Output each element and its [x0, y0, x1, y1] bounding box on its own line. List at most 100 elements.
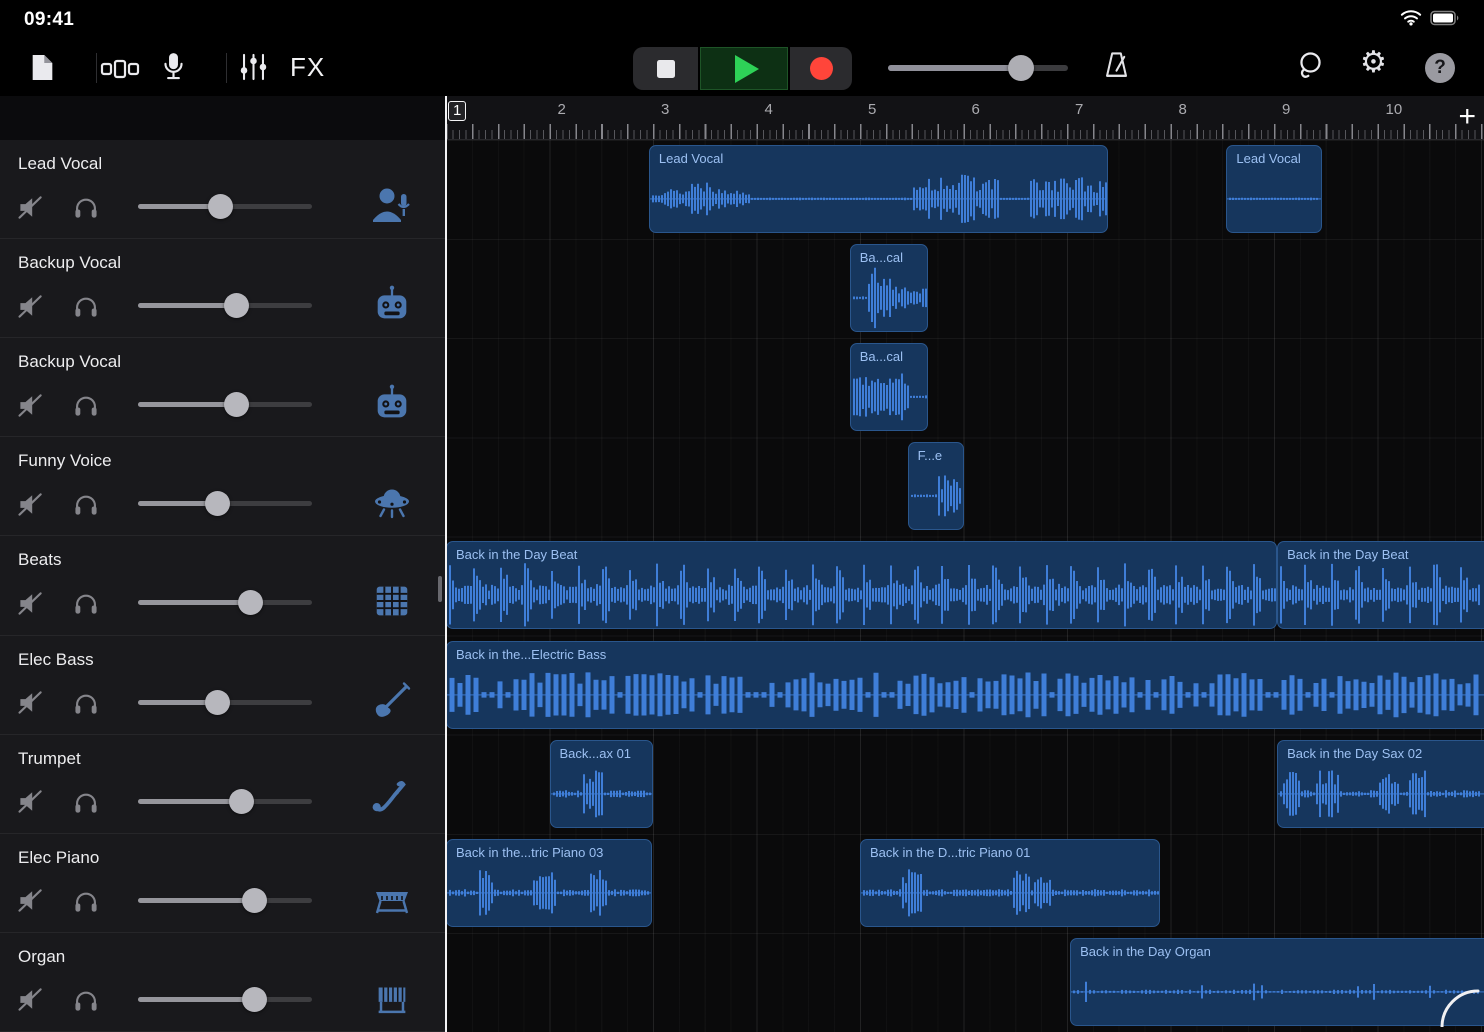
audio-region[interactable]: Back in the D...tric Piano 01: [860, 839, 1160, 927]
add-section-plus-button[interactable]: +: [1458, 100, 1476, 134]
vocalist-icon[interactable]: [369, 182, 415, 228]
solo-headphones-icon[interactable]: [72, 589, 100, 617]
track-header[interactable]: Funny Voice: [0, 437, 445, 536]
solo-headphones-icon[interactable]: [72, 292, 100, 320]
audio-region[interactable]: Back in the Day Beat: [446, 541, 1277, 629]
solo-headphones-icon[interactable]: [72, 689, 100, 717]
robot-icon[interactable]: [369, 281, 415, 327]
solo-headphones-icon[interactable]: [72, 887, 100, 915]
master-volume-slider[interactable]: [888, 59, 1068, 77]
toolbar: FX ⚙ ?: [0, 40, 1484, 96]
track-header[interactable]: Organ: [0, 933, 445, 1032]
track-name: Lead Vocal: [18, 154, 102, 174]
audio-region[interactable]: Back in the Day Beat: [1277, 541, 1484, 629]
track-volume-slider[interactable]: [138, 493, 312, 513]
metronome-icon[interactable]: [1101, 50, 1132, 81]
slider-thumb[interactable]: [224, 392, 249, 417]
audio-region[interactable]: Ba...cal: [850, 244, 929, 332]
track-view-icon[interactable]: [100, 57, 140, 81]
slider-thumb[interactable]: [1008, 55, 1034, 81]
mute-icon[interactable]: [16, 887, 44, 915]
mic-input-icon[interactable]: [161, 51, 186, 82]
drum-machine-icon[interactable]: [369, 578, 415, 624]
track-header[interactable]: Backup Vocal: [0, 239, 445, 338]
track-volume-slider[interactable]: [138, 592, 312, 612]
track-name: Backup Vocal: [18, 352, 121, 372]
slider-thumb[interactable]: [242, 888, 267, 913]
mute-icon[interactable]: [16, 689, 44, 717]
track-name: Beats: [18, 550, 61, 570]
track-header[interactable]: Trumpet: [0, 735, 445, 834]
audio-region[interactable]: Lead Vocal: [649, 145, 1109, 233]
stop-button[interactable]: [633, 47, 698, 90]
record-button[interactable]: [790, 47, 852, 90]
saxophone-icon[interactable]: [369, 777, 415, 823]
loop-browser-icon[interactable]: [1295, 50, 1326, 81]
solo-headphones-icon[interactable]: [72, 193, 100, 221]
track-volume-slider[interactable]: [138, 692, 312, 712]
audio-region[interactable]: Back in the Day Organ: [1070, 938, 1484, 1026]
mixer-icon[interactable]: [238, 52, 269, 82]
slider-thumb[interactable]: [229, 789, 254, 814]
mute-icon[interactable]: [16, 490, 44, 518]
solo-headphones-icon[interactable]: [72, 490, 100, 518]
solo-headphones-icon[interactable]: [72, 986, 100, 1014]
track-volume-slider[interactable]: [138, 196, 312, 216]
slider-thumb[interactable]: [238, 590, 263, 615]
audio-region[interactable]: Back in the...tric Piano 03: [446, 839, 652, 927]
mute-icon[interactable]: [16, 589, 44, 617]
play-button[interactable]: [700, 47, 788, 90]
mute-icon[interactable]: [16, 986, 44, 1014]
organ-icon[interactable]: [369, 975, 415, 1021]
track-volume-slider[interactable]: [138, 989, 312, 1009]
slider-thumb[interactable]: [205, 491, 230, 516]
mute-icon[interactable]: [16, 391, 44, 419]
region-label: Lead Vocal: [1227, 146, 1320, 166]
audio-region[interactable]: Back in the...Electric Bass: [446, 641, 1484, 729]
slider-track: [888, 65, 1068, 71]
track-header[interactable]: Elec Bass: [0, 636, 445, 735]
robot-icon[interactable]: [369, 380, 415, 426]
ruler-bar-number: 6: [972, 101, 980, 118]
fx-button[interactable]: FX: [290, 52, 325, 83]
track-volume-slider[interactable]: [138, 295, 312, 315]
help-button[interactable]: ?: [1425, 53, 1455, 83]
mute-icon[interactable]: [16, 788, 44, 816]
ufo-icon[interactable]: [369, 479, 415, 525]
main-area: Lead Vocal Backup Vocal Backup Vocal Funny …: [0, 96, 1484, 1032]
audio-region[interactable]: Back...ax 01: [550, 740, 654, 828]
slider-thumb[interactable]: [224, 293, 249, 318]
slider-thumb[interactable]: [205, 690, 230, 715]
playhead[interactable]: [445, 96, 447, 1032]
track-header[interactable]: Backup Vocal: [0, 338, 445, 437]
track-header[interactable]: Beats: [0, 536, 445, 635]
slider-thumb[interactable]: [242, 987, 267, 1012]
transport-controls: [633, 47, 852, 90]
solo-headphones-icon[interactable]: [72, 788, 100, 816]
ruler-bar-number: 10: [1386, 101, 1403, 118]
mute-icon[interactable]: [16, 292, 44, 320]
track-name: Organ: [18, 947, 65, 967]
mute-icon[interactable]: [16, 193, 44, 221]
settings-gear-icon[interactable]: ⚙: [1360, 48, 1387, 78]
audio-region[interactable]: Back in the Day Sax 02: [1277, 740, 1484, 828]
electric-piano-icon[interactable]: [369, 876, 415, 922]
track-volume-slider[interactable]: [138, 890, 312, 910]
slider-track: [138, 600, 312, 605]
track-header[interactable]: Elec Piano: [0, 834, 445, 933]
solo-headphones-icon[interactable]: [72, 391, 100, 419]
timeline-lanes[interactable]: Lead Vocal Lead Vocal Ba...cal Ba...cal F...…: [446, 140, 1484, 1032]
document-icon[interactable]: [30, 53, 55, 82]
timeline-ruler[interactable]: + 12345678910: [446, 96, 1484, 140]
panel-resize-handle[interactable]: [438, 576, 442, 602]
status-bar: 09:41: [0, 0, 1484, 40]
track-volume-slider[interactable]: [138, 791, 312, 811]
slider-thumb[interactable]: [208, 194, 233, 219]
track-volume-slider[interactable]: [138, 394, 312, 414]
audio-region[interactable]: Lead Vocal: [1226, 145, 1321, 233]
audio-region[interactable]: F...e: [908, 442, 965, 530]
audio-region[interactable]: Ba...cal: [850, 343, 929, 431]
track-header[interactable]: Lead Vocal: [0, 140, 445, 239]
bass-guitar-icon[interactable]: [369, 678, 415, 724]
toolbar-divider: [226, 53, 227, 83]
